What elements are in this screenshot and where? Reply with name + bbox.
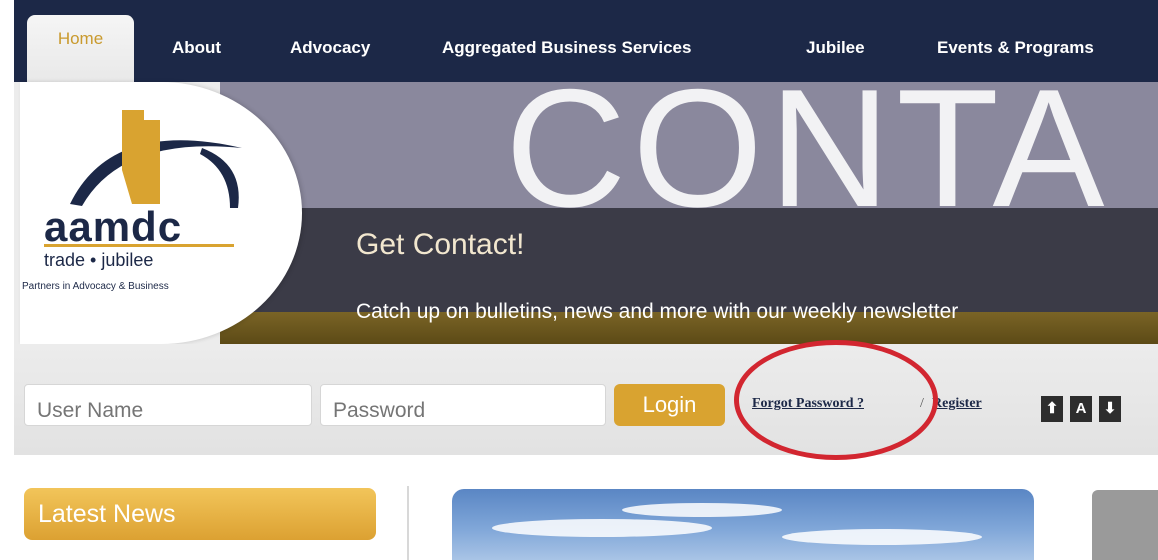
link-separator: / [920,396,924,411]
nav-item-about[interactable]: About [172,38,221,58]
login-button[interactable]: Login [614,384,725,426]
nav-item-home[interactable]: Home [27,15,134,85]
password-input[interactable] [320,384,606,426]
forgot-password-link[interactable]: Forgot Password ? [752,396,864,412]
reset-text-size-button[interactable]: A [1070,396,1092,422]
register-link[interactable]: Register [932,396,982,412]
alberta-swoosh-icon [70,110,242,208]
hero-banner: CONTA Get Contact! Catch up on bulletins… [220,82,1158,344]
logo-tagline: Partners in Advocacy & Business [22,281,169,292]
increase-text-size-icon[interactable]: ⬆ [1041,396,1063,422]
banner-title: Get Contact! [356,228,525,261]
logo-underline [44,244,234,247]
cloud-shape [622,503,782,517]
nav-item-aggregated-business-services[interactable]: Aggregated Business Services [442,38,691,58]
side-image [1092,490,1158,560]
latest-news-header: Latest News [24,488,376,540]
decrease-text-size-icon[interactable]: ⬇ [1099,396,1121,422]
username-input[interactable] [24,384,312,426]
logo-wordmark: aamdc [44,203,183,250]
cloud-shape [492,519,712,537]
left-margin [0,0,14,560]
logo-subtitle: trade • jubilee [44,250,154,270]
main-nav: Home About Advocacy Aggregated Business … [14,0,1158,85]
nav-item-jubilee[interactable]: Jubilee [806,38,865,58]
column-divider [407,486,409,560]
page: Home About Advocacy Aggregated Business … [0,0,1158,560]
nav-item-advocacy[interactable]: Advocacy [290,38,370,58]
banner-subtitle: Catch up on bulletins, news and more wit… [356,300,959,323]
cloud-shape [782,529,982,545]
nav-item-events-programs[interactable]: Events & Programs [937,38,1094,58]
sky-image [452,489,1034,560]
